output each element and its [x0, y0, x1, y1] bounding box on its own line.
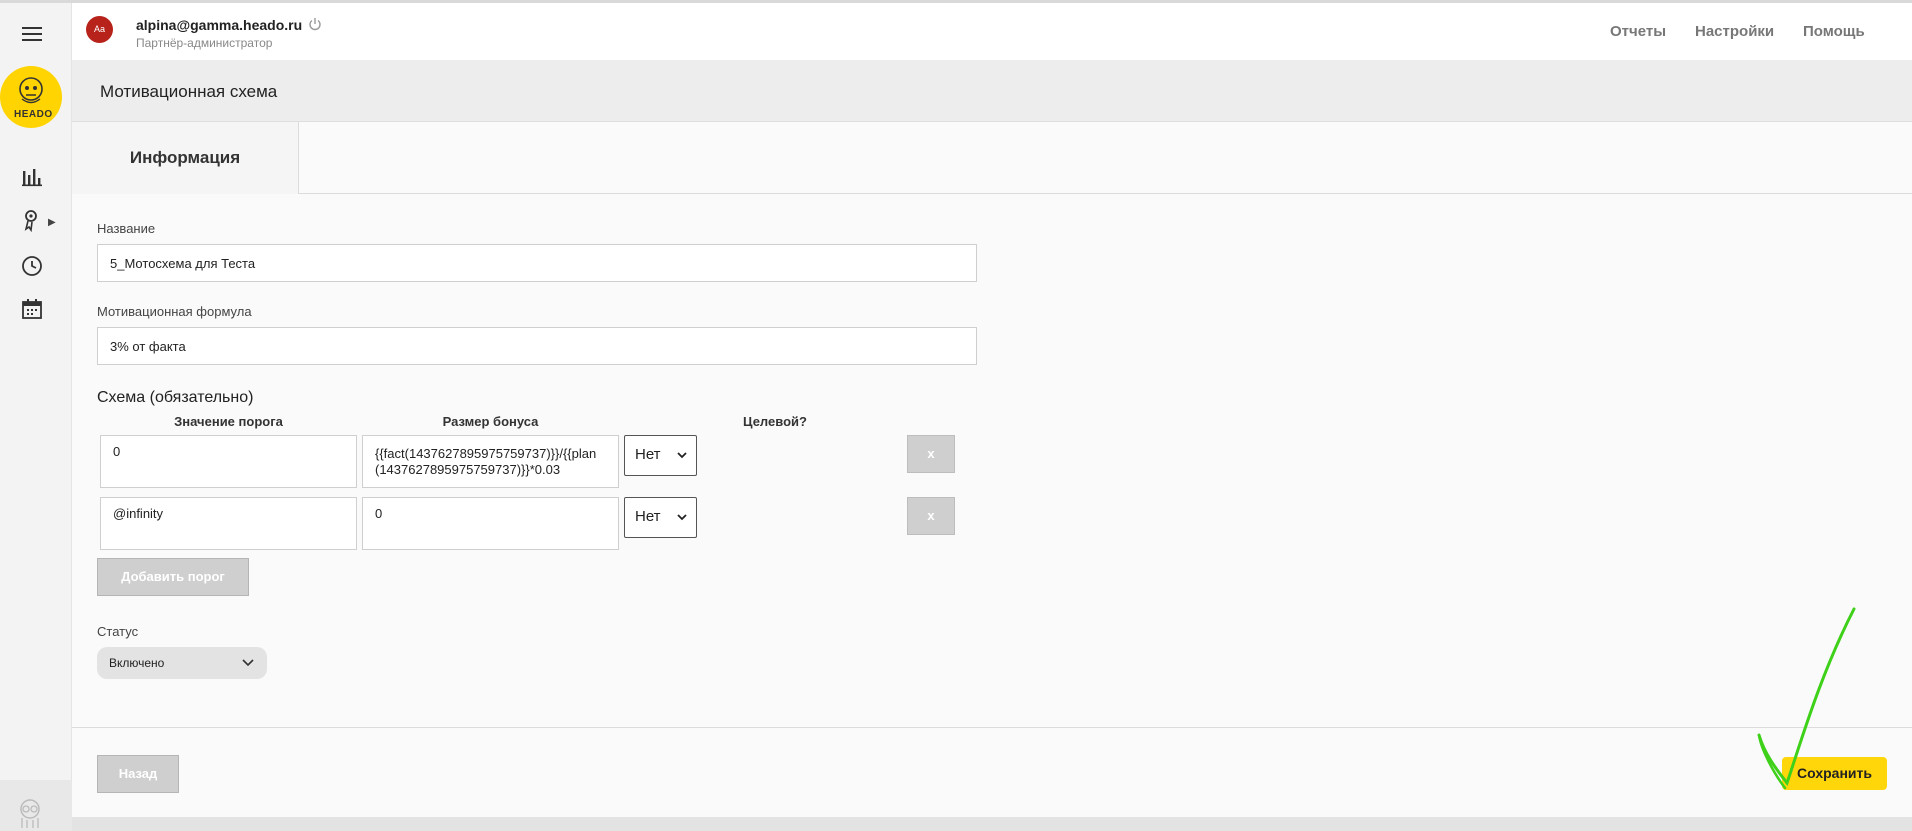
threshold-column-header: Значение порога	[174, 414, 283, 429]
heado-logo[interactable]: HEADO	[0, 66, 62, 128]
bonus-input[interactable]: 0	[362, 497, 619, 550]
target-select[interactable]: Нет	[624, 435, 697, 476]
formula-input[interactable]	[97, 327, 977, 365]
top-header: Aa alpina@gamma.heado.ru Партнёр-админис…	[72, 3, 1912, 60]
name-label: Название	[97, 221, 156, 236]
status-label: Статус	[97, 624, 139, 639]
checkmark-annotation-icon	[1757, 607, 1856, 790]
form-footer: Назад	[72, 727, 1912, 817]
threshold-input[interactable]: @infinity	[100, 497, 357, 550]
calendar-icon[interactable]	[20, 297, 44, 321]
bonus-input[interactable]: {{fact(1437627895975759737)}}/{{plan(143…	[362, 435, 619, 488]
power-icon[interactable]	[308, 17, 322, 31]
chevron-down-icon	[677, 452, 687, 459]
bonus-column-header: Размер бонуса	[442, 414, 539, 429]
sidebar-footer	[0, 780, 72, 831]
nav-settings[interactable]: Настройки	[1695, 23, 1774, 40]
form-content: Название Мотивационная формула Схема (об…	[72, 194, 1912, 727]
clock-icon[interactable]	[20, 254, 44, 278]
title-bar: Мотивационная схема	[72, 60, 1912, 122]
scheme-title: Схема (обязательно)	[97, 389, 254, 406]
remove-row-button[interactable]: x	[907, 435, 955, 473]
status-value: Включено	[109, 656, 165, 670]
target-column-header: Целевой?	[743, 414, 807, 429]
nav-reports[interactable]: Отчеты	[1610, 23, 1666, 40]
avatar[interactable]: Aa	[86, 16, 113, 43]
logo-text: HEADO	[14, 109, 53, 120]
threshold-input[interactable]: 0	[100, 435, 357, 488]
tab-information[interactable]: Информация	[72, 122, 299, 194]
bar-chart-icon[interactable]	[20, 165, 44, 189]
nav-help[interactable]: Помощь	[1803, 23, 1865, 40]
name-input[interactable]	[97, 244, 977, 282]
menu-icon[interactable]	[22, 27, 42, 41]
tab-bar: Информация	[72, 122, 1912, 194]
back-button[interactable]: Назад	[97, 755, 179, 793]
target-select-value: Нет	[635, 446, 661, 463]
page-title: Мотивационная схема	[100, 82, 278, 101]
target-select[interactable]: Нет	[624, 497, 697, 538]
mascot-icon	[20, 799, 40, 828]
sidebar: HEADO ▶	[0, 3, 72, 831]
add-threshold-button[interactable]: Добавить порог	[97, 558, 249, 596]
user-role: Партнёр-администратор	[136, 36, 273, 50]
formula-label: Мотивационная формула	[97, 304, 252, 319]
footer-strip	[72, 817, 1912, 831]
target-select-value: Нет	[635, 508, 661, 525]
chevron-down-icon	[242, 659, 254, 667]
remove-row-button[interactable]: x	[907, 497, 955, 535]
chevron-down-icon	[677, 514, 687, 521]
expand-arrow-icon[interactable]: ▶	[48, 217, 56, 228]
award-icon[interactable]	[20, 208, 44, 233]
user-email: alpina@gamma.heado.ru	[136, 17, 303, 33]
status-select[interactable]: Включено	[97, 647, 267, 679]
